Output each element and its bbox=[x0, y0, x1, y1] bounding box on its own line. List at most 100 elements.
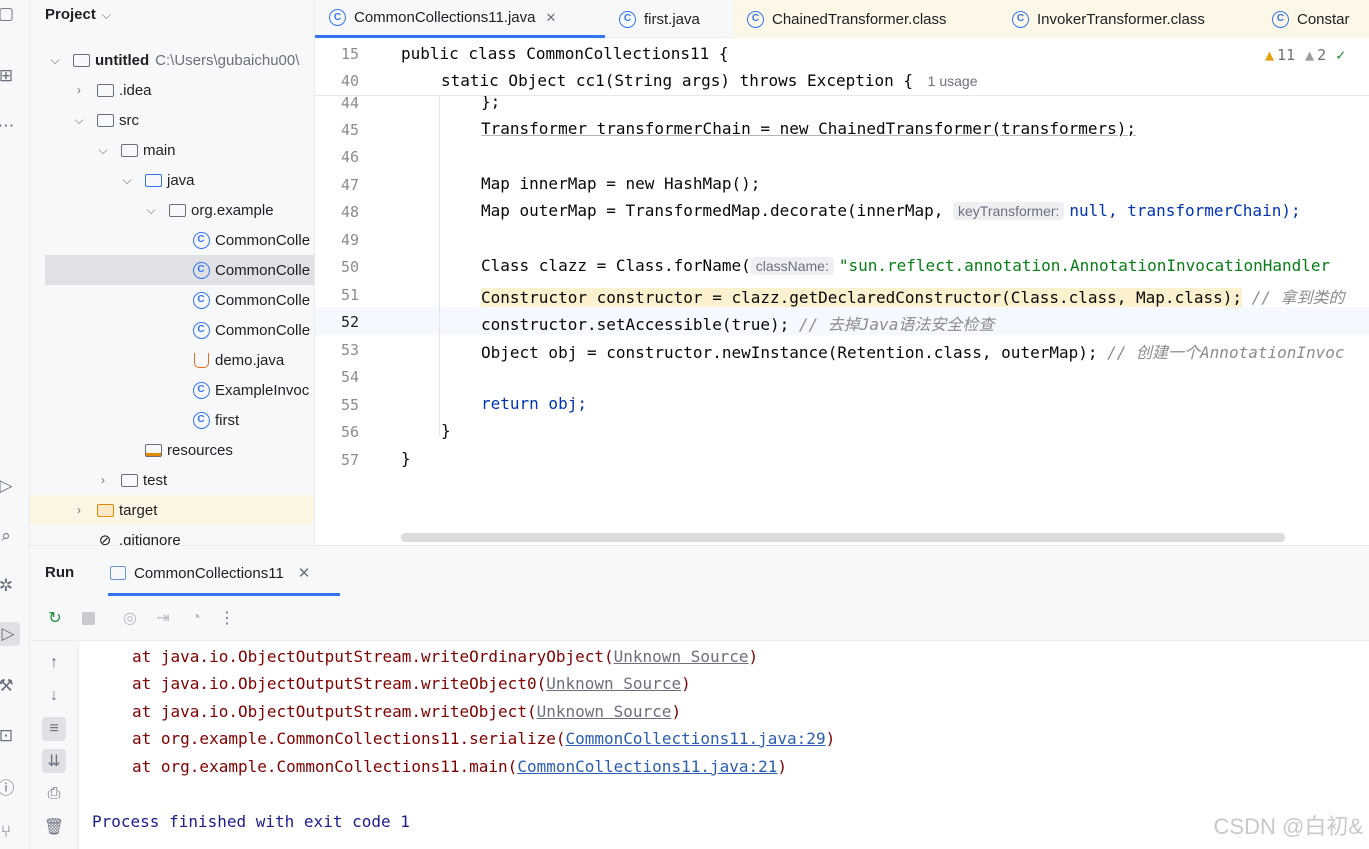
tree-item-target[interactable]: › target bbox=[30, 495, 314, 525]
tree-item-class[interactable]: C CommonColle bbox=[30, 285, 314, 315]
tab-label: ChainedTransformer.class bbox=[772, 10, 947, 28]
tree-item-java[interactable]: ⌵ java bbox=[30, 165, 314, 195]
code-line-45[interactable]: Transformer transformerChain = new Chain… bbox=[481, 119, 1136, 138]
services-icon[interactable]: ▷ bbox=[0, 474, 18, 498]
project-title[interactable]: Project ⌵ bbox=[45, 6, 111, 23]
print-icon[interactable]: ⎙ bbox=[42, 782, 66, 806]
tree-item-class-selected[interactable]: C CommonColle bbox=[45, 255, 314, 285]
run-tool-icon[interactable]: ▷ bbox=[0, 622, 20, 646]
close-icon[interactable]: ✕ bbox=[298, 564, 311, 582]
debug-icon[interactable]: ✲ bbox=[0, 574, 18, 598]
arrow-down-icon[interactable]: ↓ bbox=[42, 684, 66, 708]
exit-message: Process finished with exit code 1 bbox=[92, 812, 410, 831]
problems-icon[interactable]: ⓘ bbox=[0, 774, 18, 798]
tree-item-label: CommonColle bbox=[215, 261, 311, 279]
tree-item-label: untitled bbox=[95, 51, 150, 69]
code-line-51[interactable]: Constructor constructor = clazz.getDecla… bbox=[481, 284, 1345, 308]
tab-chainedtransformer[interactable]: C ChainedTransformer.class bbox=[733, 0, 998, 38]
source-link[interactable]: CommonCollections11.java:29 bbox=[565, 729, 825, 748]
code-line-50[interactable]: Class clazz = Class.forName(className: "s… bbox=[481, 256, 1330, 275]
check-icon: ✓ bbox=[1336, 46, 1346, 64]
class-icon: C bbox=[1012, 10, 1029, 28]
source-link[interactable]: Unknown Source bbox=[614, 647, 749, 666]
tree-item-demo-java[interactable]: demo.java bbox=[30, 345, 314, 375]
arrow-up-icon[interactable]: ↑ bbox=[42, 651, 66, 675]
rerun-icon[interactable]: ↻ bbox=[44, 607, 66, 629]
code-line-52[interactable]: constructor.setAccessible(true); // 去掉Ja… bbox=[481, 311, 994, 335]
structure-tool-icon[interactable]: ⊞ bbox=[0, 64, 18, 88]
editor-tabs: C CommonCollections11.java ✕ C first.jav… bbox=[315, 0, 1369, 38]
tree-item-label: demo.java bbox=[215, 351, 285, 369]
code-line-48[interactable]: Map outerMap = TransformedMap.decorate(i… bbox=[481, 201, 1301, 220]
git-icon[interactable]: ⑂ bbox=[0, 820, 18, 844]
folder-icon bbox=[120, 141, 138, 159]
tree-item-first[interactable]: C first bbox=[30, 405, 314, 435]
tree-item-main[interactable]: ⌵ main bbox=[30, 135, 314, 165]
line-number: 57 bbox=[340, 451, 359, 469]
param-hint: keyTransformer: bbox=[953, 202, 1065, 220]
source-link[interactable]: Unknown Source bbox=[537, 702, 672, 721]
tree-item-test[interactable]: › test bbox=[30, 465, 314, 495]
tab-invokertransformer[interactable]: C InvokerTransformer.class bbox=[998, 0, 1258, 38]
tree-item-src[interactable]: ⌵ src bbox=[30, 105, 314, 135]
tab-commoncollections11[interactable]: C CommonCollections11.java ✕ bbox=[315, 0, 605, 38]
terminal-icon[interactable]: ⊡ bbox=[0, 724, 18, 748]
line-number: 44 bbox=[340, 94, 359, 112]
run-title: Run bbox=[45, 564, 75, 581]
code-line-55[interactable]: return obj; bbox=[481, 394, 587, 413]
code-text: null, transformerChain); bbox=[1069, 201, 1301, 220]
source-link[interactable]: Unknown Source bbox=[546, 674, 681, 693]
scroll-to-end-icon[interactable]: ⇊ bbox=[42, 749, 66, 773]
run-tab-label: CommonCollections11 bbox=[134, 564, 284, 582]
restore-layout-icon[interactable]: ⇥ bbox=[152, 607, 174, 629]
code-comment: // 去掉Java语法安全检查 bbox=[798, 315, 995, 334]
more-tools-icon[interactable]: ⋯ bbox=[0, 114, 18, 138]
package-icon bbox=[168, 201, 186, 219]
folder-icon bbox=[96, 111, 114, 129]
run-tab[interactable]: CommonCollections11 ✕ bbox=[110, 564, 310, 582]
line-number: 15 bbox=[340, 45, 359, 63]
tree-item-label: target bbox=[119, 501, 158, 519]
tree-item-label: test bbox=[143, 471, 168, 489]
trash-icon[interactable]: 🗑 bbox=[42, 815, 66, 839]
code-line-56[interactable]: } bbox=[441, 421, 451, 440]
string-literal: "sun.reflect.annotation.AnnotationInvoca… bbox=[838, 256, 1331, 275]
resources-folder-icon bbox=[144, 441, 162, 459]
code-line-57[interactable]: } bbox=[401, 449, 411, 468]
tree-item-class[interactable]: C CommonColle bbox=[30, 225, 314, 255]
source-link[interactable]: CommonCollections11.java:21 bbox=[517, 757, 777, 776]
code-comment: // 拿到类的 bbox=[1251, 288, 1345, 307]
line-number: 46 bbox=[340, 148, 359, 166]
inspection-widget[interactable]: ▲ 11 ▲ 2 ✓ bbox=[1265, 46, 1345, 64]
build-icon[interactable]: ⚒ bbox=[0, 674, 18, 698]
project-tool-icon[interactable]: ▢ bbox=[0, 2, 18, 26]
sticky-line-method[interactable]: static Object cc1(String args) throws Ex… bbox=[441, 71, 987, 90]
tree-item-resources[interactable]: resources bbox=[30, 435, 314, 465]
stop-icon[interactable] bbox=[77, 607, 99, 629]
close-icon[interactable]: ✕ bbox=[545, 10, 556, 26]
code-line-47[interactable]: Map innerMap = new HashMap(); bbox=[481, 174, 760, 193]
code-editor[interactable]: 15 public class CommonCollections11 { 40… bbox=[315, 38, 1369, 545]
tree-item-idea[interactable]: › .idea bbox=[30, 75, 314, 105]
soft-wrap-icon[interactable]: ≡ bbox=[42, 717, 66, 741]
tab-constant[interactable]: C Constar bbox=[1258, 0, 1369, 38]
tree-item-class[interactable]: C ExampleInvoc bbox=[30, 375, 314, 405]
tree-item-class[interactable]: C CommonColle bbox=[30, 315, 314, 345]
editor-horizontal-scrollbar[interactable] bbox=[401, 533, 1285, 542]
tree-item-label: .gitignore bbox=[119, 531, 181, 546]
source-folder-icon bbox=[144, 171, 162, 189]
code-line-53[interactable]: Object obj = constructor.newInstance(Ret… bbox=[481, 339, 1345, 363]
usage-hint[interactable]: 1 usage bbox=[923, 72, 983, 90]
console-output[interactable]: at java.io.ObjectOutputStream.writeOrdin… bbox=[79, 641, 1369, 849]
line-number: 52 bbox=[340, 313, 359, 331]
sticky-line-class[interactable]: public class CommonCollections11 { bbox=[401, 44, 729, 63]
camera-icon[interactable]: ◎ bbox=[119, 607, 141, 629]
more-options-icon[interactable]: ⋮ bbox=[216, 607, 238, 629]
tab-first-java[interactable]: C first.java bbox=[605, 0, 733, 38]
tree-item-untitled[interactable]: ⌵ untitled C:\Users\gubaichu00\ bbox=[30, 45, 314, 75]
profiler-icon[interactable]: ◔ bbox=[185, 607, 207, 629]
tree-item-org-example[interactable]: ⌵ org.example bbox=[30, 195, 314, 225]
tree-item-gitignore[interactable]: ⊘ .gitignore bbox=[30, 525, 314, 546]
project-path: C:\Users\gubaichu00\ bbox=[155, 51, 300, 69]
search-icon[interactable]: ⌕ bbox=[0, 524, 18, 548]
